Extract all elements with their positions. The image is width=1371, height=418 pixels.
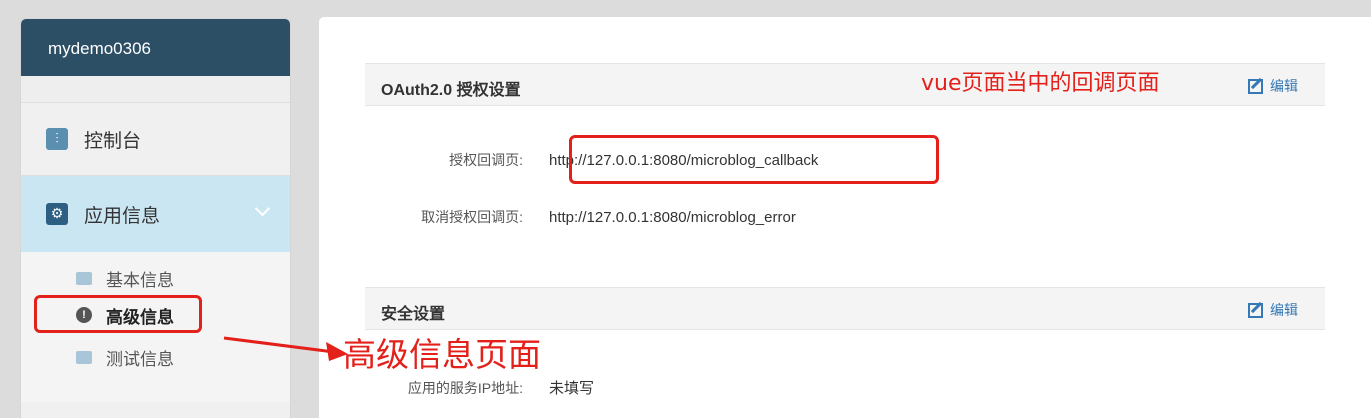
- edit-icon: [1248, 302, 1263, 318]
- cancel-callback-url-value: http://127.0.0.1:8080/microblog_error: [549, 208, 796, 226]
- gear-icon: ⚙: [46, 203, 68, 225]
- sidebar-item-label: 应用信息: [84, 205, 161, 227]
- server-ip-value: 未填写: [549, 380, 595, 397]
- callback-annotation-text: vue页面当中的回调页面: [921, 71, 1160, 96]
- app-name: mydemo0306: [48, 39, 152, 58]
- cancel-callback-url-row: 取消授权回调页: http://127.0.0.1:8080/microblog…: [319, 207, 796, 227]
- edit-label: 编辑: [1270, 78, 1298, 94]
- edit-icon: [1248, 78, 1263, 94]
- security-edit-button[interactable]: 编辑: [1248, 300, 1298, 320]
- sidebar-item-console[interactable]: ⫶ 控制台: [21, 103, 290, 176]
- submenu-item-label: 测试信息: [106, 349, 174, 369]
- sidebar-item-label: 控制台: [84, 130, 142, 152]
- oauth-section-header: OAuth2.0 授权设置 编辑: [365, 63, 1325, 106]
- callback-url-highlight-box: [569, 135, 939, 184]
- security-section-title: 安全设置: [381, 306, 446, 323]
- oauth-section-title: OAuth2.0 授权设置: [381, 82, 521, 99]
- id-card-icon: [76, 271, 92, 285]
- oauth-edit-button[interactable]: 编辑: [1248, 76, 1298, 96]
- sidebar-item-app-info[interactable]: ⚙ 应用信息: [21, 176, 290, 252]
- sliders-icon: ⫶: [46, 128, 68, 150]
- chevron-down-icon: [254, 200, 271, 217]
- security-section-header: 安全设置 编辑: [365, 287, 1325, 330]
- advanced-info-highlight-box: [34, 295, 202, 333]
- app-name-header: mydemo0306: [21, 19, 290, 76]
- server-ip-row: 应用的服务IP地址: 未填写: [319, 377, 594, 398]
- annotation-arrow-icon: [223, 336, 348, 361]
- sidebar-spacer: [21, 76, 290, 103]
- submenu-item-basic-info[interactable]: 基本信息: [21, 264, 290, 292]
- cancel-callback-url-label: 取消授权回调页:: [421, 209, 523, 225]
- submenu-item-label: 基本信息: [106, 270, 174, 290]
- advanced-info-annotation-text: 高级信息页面: [343, 335, 541, 374]
- test-card-icon: [76, 350, 92, 364]
- edit-label: 编辑: [1270, 302, 1298, 318]
- server-ip-label: 应用的服务IP地址:: [407, 379, 523, 396]
- callback-url-label: 授权回调页:: [449, 152, 523, 168]
